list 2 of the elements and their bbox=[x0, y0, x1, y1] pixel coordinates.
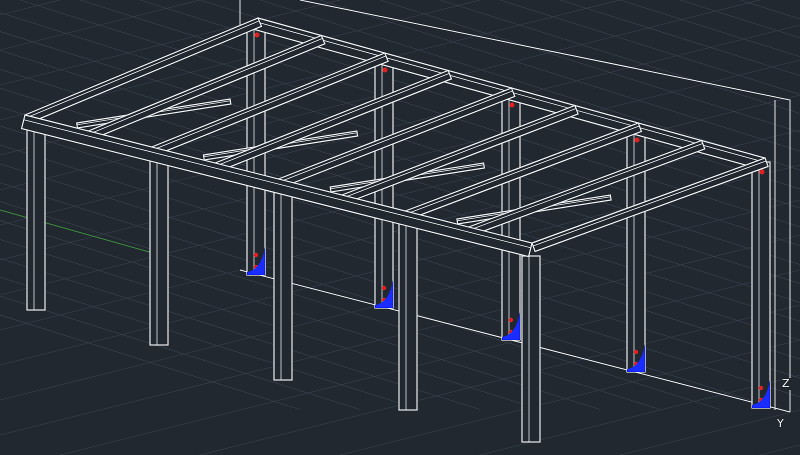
axis-label: Z bbox=[781, 378, 791, 390]
axis-label: Y bbox=[776, 418, 785, 430]
